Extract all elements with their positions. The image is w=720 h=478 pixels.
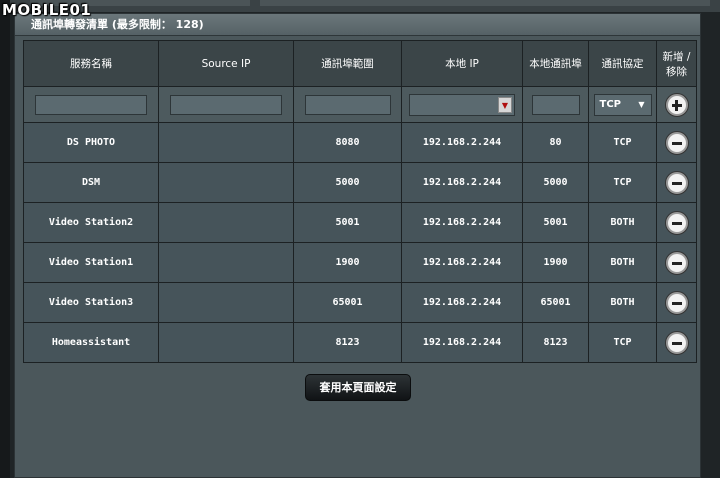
service-name-cell: Video Station3 [23, 282, 159, 323]
chevron-down-icon[interactable]: ▼ [498, 96, 512, 113]
local-port-cell: 65001 [522, 282, 589, 323]
minus-circle-icon[interactable] [665, 131, 688, 154]
protocol-cell: BOTH [588, 202, 657, 243]
local-port-cell: 8123 [522, 322, 589, 363]
protocol-select[interactable]: TCP ▼ [593, 93, 652, 116]
header-port-range: 通訊埠範圍 [293, 40, 402, 87]
chevron-down-icon: ▼ [638, 99, 645, 109]
local-ip-cell: 192.168.2.244 [401, 122, 523, 163]
local-port-cell: 5000 [522, 162, 589, 203]
source-ip-input[interactable] [170, 94, 282, 115]
service-name-cell: Video Station1 [23, 242, 159, 283]
source-ip-cell [158, 242, 294, 283]
local-port-cell: 1900 [522, 242, 589, 283]
table-header-row: 服務名稱 Source IP 通訊埠範圍 本地 IP 本地通訊埠 通訊協定 新增… [23, 40, 697, 87]
header-local-ip: 本地 IP [401, 40, 523, 87]
protocol-cell: TCP [588, 122, 657, 163]
local-port-cell: 80 [522, 122, 589, 163]
protocol-select-value: TCP [599, 98, 622, 110]
minus-circle-icon[interactable] [665, 251, 688, 274]
port-range-cell: 5001 [293, 202, 402, 243]
source-ip-cell [158, 162, 294, 203]
local-ip-cell: 192.168.2.244 [401, 242, 523, 283]
minus-circle-icon[interactable] [665, 211, 688, 234]
top-bar [10, 0, 720, 12]
port-range-cell: 5000 [293, 162, 402, 203]
header-add-remove: 新增 / 移除 [656, 40, 697, 87]
header-protocol: 通訊協定 [588, 40, 657, 87]
panel-title: 通訊埠轉發清單 (最多限制： 128) [15, 14, 700, 36]
plus-circle-icon[interactable] [665, 93, 688, 116]
minus-circle-icon[interactable] [665, 291, 688, 314]
local-ip-cell: 192.168.2.244 [401, 322, 523, 363]
new-entry-row: ▼ TCP ▼ [23, 86, 697, 123]
port-forwarding-table: 服務名稱 Source IP 通訊埠範圍 本地 IP 本地通訊埠 通訊協定 新增… [23, 40, 697, 363]
local-ip-cell: 192.168.2.244 [401, 162, 523, 203]
apply-settings-button[interactable]: 套用本頁面設定 [305, 374, 411, 401]
port-range-cell: 65001 [293, 282, 402, 323]
local-ip-cell: 192.168.2.244 [401, 202, 523, 243]
service-name-cell: DS PHOTO [23, 122, 159, 163]
minus-circle-icon[interactable] [665, 171, 688, 194]
watermark: MOBILE01 [2, 1, 92, 19]
header-source-ip: Source IP [158, 40, 294, 87]
port-range-cell: 1900 [293, 242, 402, 283]
protocol-cell: BOTH [588, 242, 657, 283]
table-row: Video Station3 65001 192.168.2.244 65001… [23, 282, 697, 323]
table-row: Homeassistant 8123 192.168.2.244 8123 TC… [23, 322, 697, 363]
source-ip-cell [158, 282, 294, 323]
protocol-cell: BOTH [588, 282, 657, 323]
service-name-cell: Video Station2 [23, 202, 159, 243]
table-row: DS PHOTO 8080 192.168.2.244 80 TCP [23, 122, 697, 163]
header-local-port: 本地通訊埠 [522, 40, 589, 87]
local-ip-cell: 192.168.2.244 [401, 282, 523, 323]
source-ip-cell [158, 122, 294, 163]
port-forwarding-panel: 通訊埠轉發清單 (最多限制： 128) 服務名稱 Source IP 通訊埠範圍… [14, 13, 701, 478]
local-port-input[interactable] [531, 94, 580, 115]
local-ip-input[interactable]: ▼ [409, 93, 515, 116]
table-row: Video Station2 5001 192.168.2.244 5001 B… [23, 202, 697, 243]
local-port-cell: 5001 [522, 202, 589, 243]
left-edge [0, 0, 10, 478]
table-row: Video Station1 1900 192.168.2.244 1900 B… [23, 242, 697, 283]
minus-circle-icon[interactable] [665, 331, 688, 354]
table-row: DSM 5000 192.168.2.244 5000 TCP [23, 162, 697, 203]
service-name-cell: Homeassistant [23, 322, 159, 363]
header-service-name: 服務名稱 [23, 40, 159, 87]
port-range-cell: 8080 [293, 122, 402, 163]
service-name-input[interactable] [35, 94, 147, 115]
source-ip-cell [158, 202, 294, 243]
source-ip-cell [158, 322, 294, 363]
service-name-cell: DSM [23, 162, 159, 203]
protocol-cell: TCP [588, 322, 657, 363]
protocol-cell: TCP [588, 162, 657, 203]
port-range-cell: 8123 [293, 322, 402, 363]
port-range-input[interactable] [304, 94, 391, 115]
